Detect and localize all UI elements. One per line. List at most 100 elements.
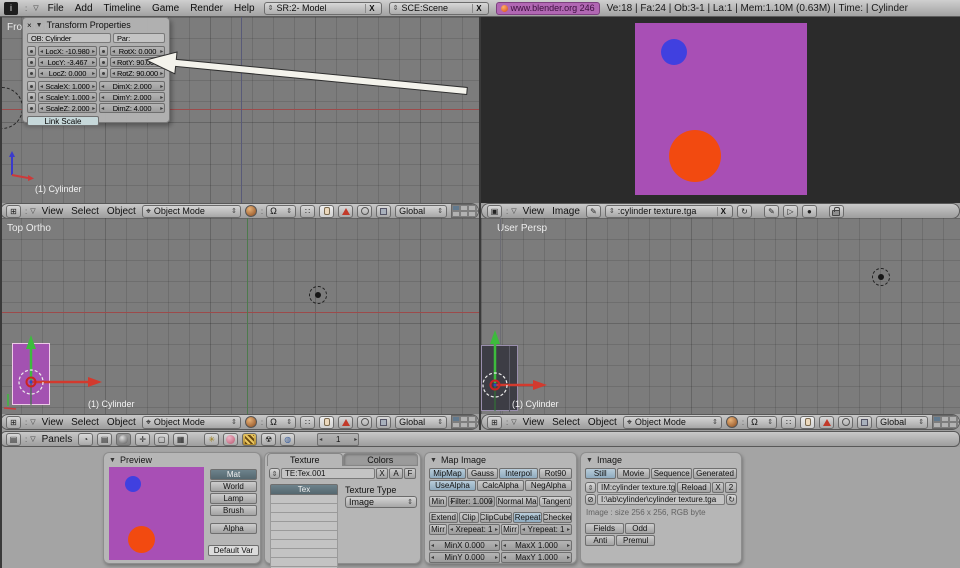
view-menu[interactable]: View xyxy=(521,417,547,428)
tangent-dropdown[interactable]: Tangent⇕ xyxy=(539,496,572,507)
add-menu[interactable]: Add xyxy=(73,3,95,14)
shading-context-icon[interactable] xyxy=(116,433,131,446)
calcalpha-button[interactable]: CalcAlpha xyxy=(477,480,524,491)
auto-name-icon[interactable]: A xyxy=(389,468,403,479)
clip-button[interactable]: Clip xyxy=(459,512,479,523)
fake-user-button[interactable]: F xyxy=(404,468,416,479)
lock-icon[interactable] xyxy=(27,92,36,102)
preview-brush-button[interactable]: Brush xyxy=(210,505,257,516)
game-menu[interactable]: Game xyxy=(150,3,181,14)
reload-button[interactable]: Reload xyxy=(677,482,711,493)
locz-field[interactable]: LocZ: 0.000 xyxy=(38,68,97,78)
texture-datablock-name[interactable]: TE:Tex.001 xyxy=(281,468,375,479)
scalez-field[interactable]: ScaleZ: 2.000 xyxy=(38,103,97,113)
render-menu[interactable]: Render xyxy=(188,3,225,14)
menu-collapse-icon[interactable]: ▽ xyxy=(30,207,35,215)
pivot-dropdown[interactable]: Ω⇕ xyxy=(747,416,777,429)
yrepeat-field[interactable]: Yrepeat: 1 xyxy=(520,524,572,535)
dimy-field[interactable]: DimY: 2.000 xyxy=(99,92,165,102)
lock-icon[interactable] xyxy=(829,205,844,218)
texture-subcontext-icon[interactable] xyxy=(242,433,257,446)
extend-button[interactable]: Extend xyxy=(429,512,458,523)
translate-manipulator-icon[interactable] xyxy=(338,416,353,429)
maxx-field[interactable]: MaxX 1.000 xyxy=(501,540,572,551)
manipulator-hand-icon[interactable] xyxy=(319,416,334,429)
scaley-field[interactable]: ScaleY: 1.000 xyxy=(38,92,97,102)
panel-collapse-icon[interactable]: ▼ xyxy=(36,22,43,29)
image-datablock-name[interactable]: IM:cylinder texture.tga xyxy=(597,482,676,493)
usealpha-button[interactable]: UseAlpha xyxy=(429,480,476,491)
image-path-field[interactable]: I:\ab\cylinder\cylinder texture.tga xyxy=(597,494,725,505)
close-icon[interactable]: X xyxy=(472,4,484,13)
mode-dropdown[interactable]: ⌖ Object Mode ⇕ xyxy=(142,205,241,218)
dimz-field[interactable]: DimZ: 4.000 xyxy=(99,103,165,113)
view-menu[interactable]: View xyxy=(40,417,66,428)
lock-icon[interactable] xyxy=(99,46,108,56)
orientation-dropdown[interactable]: Global ⇕ xyxy=(395,416,447,429)
panel-collapse-icon[interactable]: ▼ xyxy=(586,457,593,464)
browse-texture-icon[interactable]: ⇕ xyxy=(269,468,280,479)
object-menu[interactable]: Object xyxy=(586,417,619,428)
rotate-manipulator-icon[interactable] xyxy=(357,205,372,218)
manipulator-hand-icon[interactable] xyxy=(319,205,334,218)
blender-org-link[interactable]: www.blender.org 246 xyxy=(496,2,600,15)
xrepeat-field[interactable]: Xrepeat: 1 xyxy=(448,524,500,535)
lock-icon[interactable] xyxy=(27,68,36,78)
draw-type-icon[interactable] xyxy=(245,205,257,217)
select-menu[interactable]: Select xyxy=(69,417,101,428)
translate-manipulator-icon[interactable] xyxy=(819,416,834,429)
mirr-x-button[interactable]: Mirr xyxy=(429,524,447,535)
scale-manipulator-icon[interactable] xyxy=(857,416,872,429)
locx-field[interactable]: LocX: -10.980 xyxy=(38,46,97,56)
logic-context-icon[interactable]: ◔ xyxy=(78,433,93,446)
normal-map-button[interactable]: Normal Ma xyxy=(496,496,538,507)
texture-type-dropdown[interactable]: Image ⇕ xyxy=(345,496,417,508)
negalpha-button[interactable]: NegAlpha xyxy=(525,480,572,491)
sequence-tab[interactable]: Sequence xyxy=(651,468,692,479)
scale-manipulator-icon[interactable] xyxy=(376,416,391,429)
lock-icon[interactable] xyxy=(99,57,108,67)
scene-context-icon[interactable]: ▦ xyxy=(173,433,188,446)
mipmap-button[interactable]: MipMap xyxy=(429,468,466,479)
material-subcontext-icon[interactable] xyxy=(223,433,238,446)
maxy-field[interactable]: MaxY 1.000 xyxy=(501,552,572,563)
layer-buttons-a[interactable] xyxy=(451,204,479,218)
viewport-top[interactable]: Top Ortho (1) Cylinder xyxy=(0,218,479,414)
preview-lamp-button[interactable]: Lamp xyxy=(210,493,257,504)
buttons-page-field[interactable]: 1 xyxy=(317,433,359,446)
premul-button[interactable]: Premul xyxy=(616,535,655,546)
header-drag-icon[interactable]: : xyxy=(25,418,26,427)
file-menu[interactable]: File xyxy=(46,3,66,14)
draw-type-icon[interactable] xyxy=(245,416,257,428)
tab-texture[interactable]: Texture xyxy=(267,453,343,466)
texture-image[interactable] xyxy=(635,23,807,195)
tab-colors[interactable]: Colors xyxy=(343,453,419,466)
draw-type-icon[interactable] xyxy=(726,416,738,428)
script-context-icon[interactable]: ▤ xyxy=(97,433,112,446)
layer-buttons-a[interactable] xyxy=(451,415,479,429)
scene-selector[interactable]: ⇕ SCE:Scene X xyxy=(389,2,489,15)
menu-collapse-icon[interactable]: ▽ xyxy=(30,418,35,426)
unlink-texture-button[interactable]: X xyxy=(376,468,388,479)
min-button[interactable]: Min xyxy=(429,496,447,507)
editing-context-icon[interactable]: ▢ xyxy=(154,433,169,446)
editor-type-icon[interactable]: ⊞ xyxy=(6,205,21,218)
header-drag-icon[interactable]: : xyxy=(506,207,507,216)
pencil-icon[interactable]: ✎ xyxy=(764,205,779,218)
view-menu[interactable]: View xyxy=(521,206,547,217)
header-drag-icon[interactable]: : xyxy=(506,418,507,427)
dimx-field[interactable]: DimX: 2.000 xyxy=(99,81,165,91)
rot90-button[interactable]: Rot90 xyxy=(539,468,572,479)
editor-type-icon[interactable]: ▣ xyxy=(487,205,502,218)
image-menu[interactable]: Image xyxy=(550,206,582,217)
close-icon[interactable]: × xyxy=(27,21,32,30)
still-tab[interactable]: Still xyxy=(585,468,616,479)
mode-dropdown[interactable]: ⌖ Object Mode ⇕ xyxy=(142,416,241,429)
lock-icon[interactable] xyxy=(27,103,36,113)
checker-button[interactable]: Checker xyxy=(543,512,572,523)
world-subcontext-icon[interactable]: ◍ xyxy=(280,433,295,446)
editor-type-icon[interactable]: ▤ xyxy=(6,433,21,446)
viewport-divider[interactable] xyxy=(479,17,481,430)
help-menu[interactable]: Help xyxy=(232,3,257,14)
snap-icon[interactable]: ∷ xyxy=(300,416,315,429)
